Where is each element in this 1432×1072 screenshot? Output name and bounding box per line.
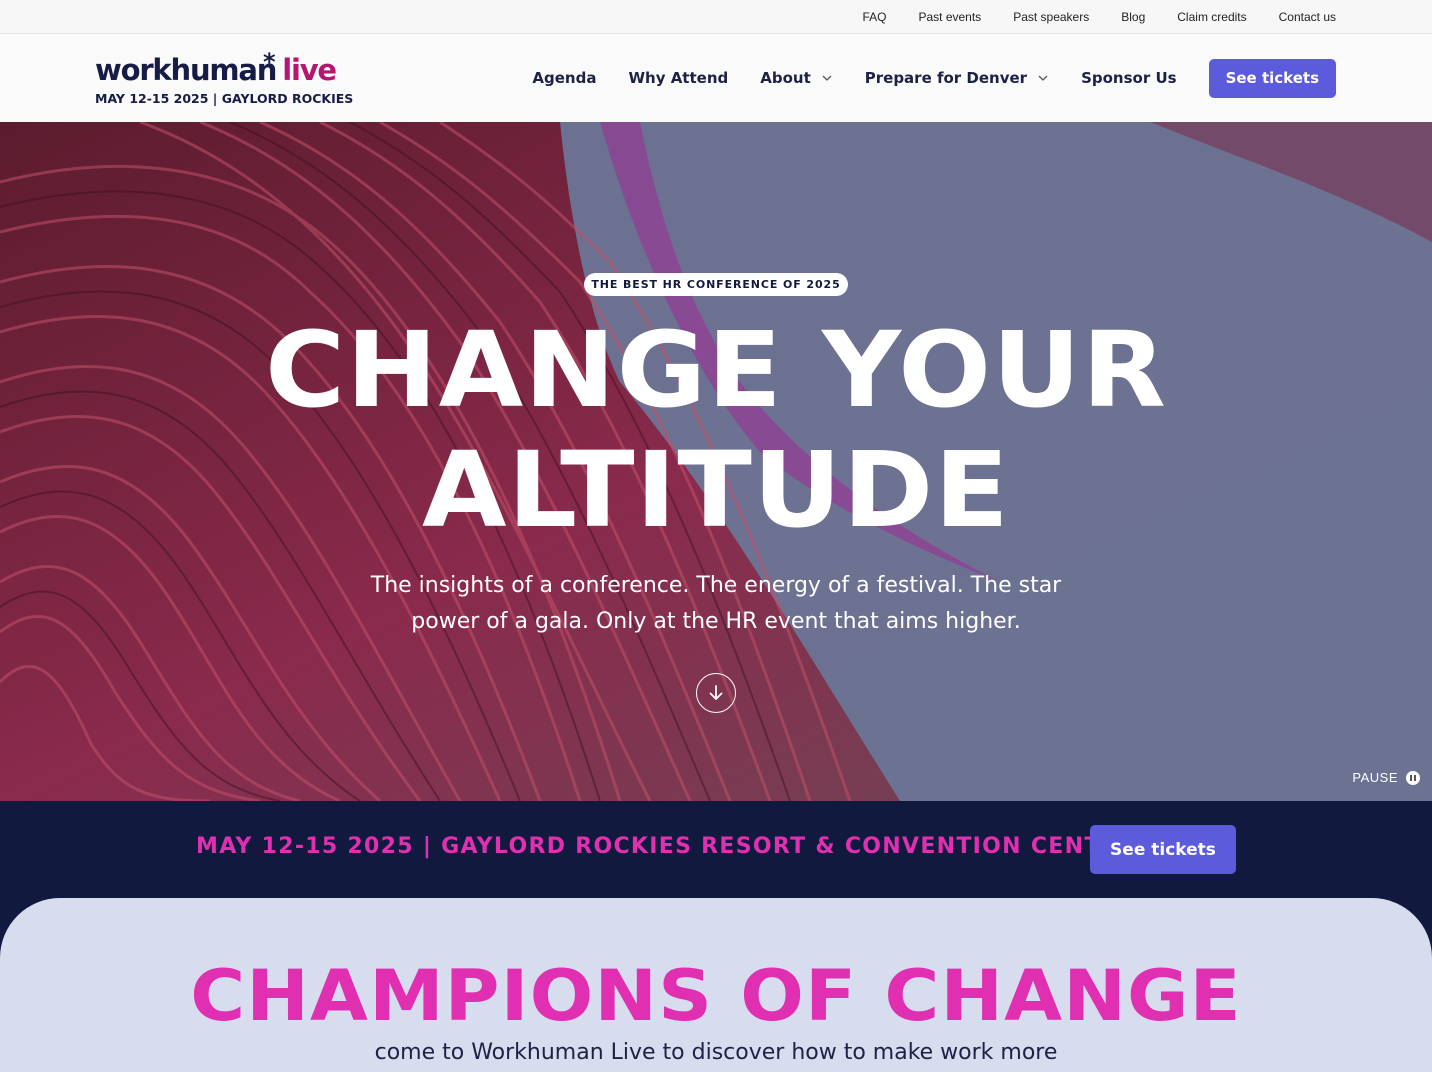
scroll-down-button[interactable] — [696, 673, 736, 713]
utility-nav: FAQ Past events Past speakers Blog Claim… — [862, 0, 1336, 34]
logo-date: MAY 12-15 2025 | GAYLORD ROCKIES — [95, 91, 354, 106]
champions-subtitle: come to Workhuman Live to discover how t… — [374, 1040, 1058, 1065]
champions-title: CHAMPIONS OF CHANGE — [190, 955, 1242, 1037]
hero-title: CHANGE YOUR ALTITUDE — [0, 310, 1432, 550]
event-date-location: MAY 12-15 2025 | GAYLORD ROCKIES RESORT … — [196, 834, 1136, 859]
pause-icon — [1406, 770, 1420, 785]
asterisk-icon: * — [263, 48, 276, 76]
date-band: MAY 12-15 2025 | GAYLORD ROCKIES RESORT … — [0, 801, 1432, 898]
logo-word-live: live — [282, 53, 337, 87]
utility-link-contact-us[interactable]: Contact us — [1279, 10, 1336, 24]
utility-link-faq[interactable]: FAQ — [862, 10, 886, 24]
hero-title-line-2: ALTITUDE — [422, 429, 1010, 551]
nav-agenda[interactable]: Agenda — [532, 69, 596, 87]
logo-word-workhuman: workhuman — [95, 53, 277, 87]
hero-subtitle: The insights of a conference. The energy… — [370, 573, 1062, 634]
champions-card: CHAMPIONS OF CHANGE come to Workhuman Li… — [0, 898, 1432, 1072]
nav-sponsor-label: Sponsor Us — [1081, 69, 1177, 87]
chevron-down-icon — [1038, 75, 1048, 81]
utility-link-past-events[interactable]: Past events — [918, 10, 981, 24]
utility-bar: FAQ Past events Past speakers Blog Claim… — [0, 0, 1432, 34]
nav-sponsor[interactable]: Sponsor Us — [1081, 69, 1177, 87]
main-nav: Agenda Why Attend About Prepare for Denv… — [500, 58, 1336, 98]
nav-about[interactable]: About — [760, 69, 833, 87]
nav-why-attend-label: Why Attend — [628, 69, 729, 87]
pause-button[interactable]: PAUSE — [1352, 770, 1420, 785]
arrow-down-icon — [709, 685, 723, 700]
utility-link-claim-credits[interactable]: Claim credits — [1177, 10, 1246, 24]
see-tickets-button[interactable]: See tickets — [1208, 58, 1336, 98]
nav-prepare[interactable]: Prepare for Denver — [865, 69, 1049, 87]
champions-section: CHAMPIONS OF CHANGE come to Workhuman Li… — [0, 898, 1432, 1072]
hero-title-line-1: CHANGE YOUR — [264, 309, 1167, 431]
nav-prepare-label: Prepare for Denver — [864, 69, 1028, 87]
utility-link-past-speakers[interactable]: Past speakers — [1013, 10, 1089, 24]
nav-agenda-label: Agenda — [532, 69, 597, 87]
logo-wordmark: workhuman live — [95, 50, 355, 90]
logo[interactable]: workhuman live * MAY 12-15 2025 | GAYLORD… — [95, 48, 355, 110]
main-header: workhuman live * MAY 12-15 2025 | GAYLORD… — [0, 34, 1432, 122]
nav-about-label: About — [760, 69, 811, 87]
band-see-tickets-button[interactable]: See tickets — [1090, 825, 1236, 874]
hero-badge: THE BEST HR CONFERENCE OF 2025 — [584, 273, 848, 296]
nav-why-attend[interactable]: Why Attend — [628, 69, 728, 87]
hero: THE BEST HR CONFERENCE OF 2025 CHANGE YO… — [0, 122, 1432, 801]
chevron-down-icon — [822, 75, 832, 81]
utility-link-blog[interactable]: Blog — [1121, 10, 1145, 24]
pause-label: PAUSE — [1352, 770, 1398, 785]
